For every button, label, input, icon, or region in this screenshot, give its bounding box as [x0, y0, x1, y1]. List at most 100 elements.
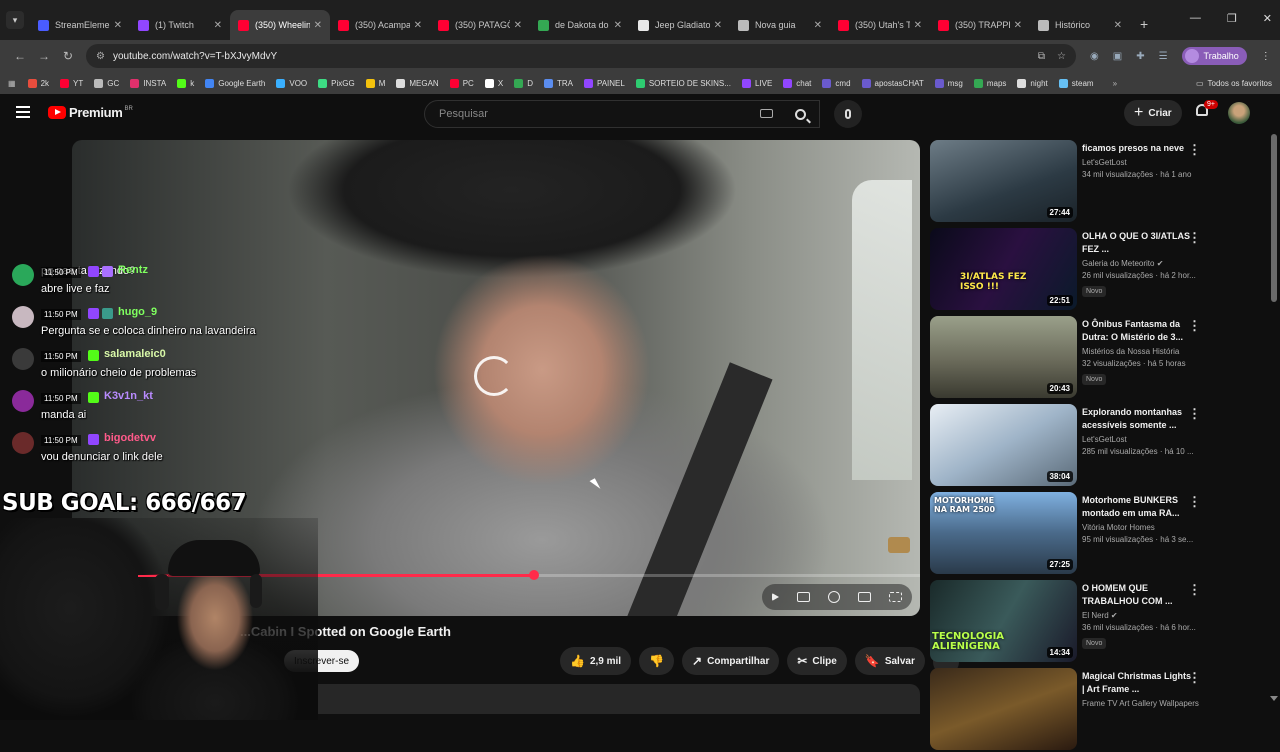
more-bookmarks-icon[interactable]: »: [1113, 79, 1117, 88]
bookmark-item[interactable]: GC: [94, 78, 119, 88]
tab-close-icon[interactable]: ✕: [514, 20, 522, 31]
autoplay-icon[interactable]: [772, 593, 779, 601]
tab-close-icon[interactable]: ✕: [314, 20, 322, 31]
like-button[interactable]: 👍 2,9 mil: [560, 647, 632, 675]
tab-close-icon[interactable]: ✕: [714, 20, 722, 31]
more-vertical-icon[interactable]: ⋮: [1188, 142, 1201, 158]
browser-tab[interactable]: (350) Wheeling ✕: [230, 10, 330, 40]
tab-search-button[interactable]: ▾: [6, 11, 24, 29]
bookmark-item[interactable]: MEGAN: [396, 78, 439, 88]
fullscreen-icon[interactable]: [889, 592, 902, 602]
browser-tab[interactable]: de Dakota do ✕: [530, 10, 630, 40]
bookmark-item[interactable]: Google Earth: [205, 78, 265, 88]
bookmark-item[interactable]: LIVE: [741, 78, 772, 88]
miniplayer-icon[interactable]: [858, 592, 871, 602]
back-icon[interactable]: ←: [8, 49, 32, 63]
recommended-video[interactable]: MOTORHOME NA RAM 2500 27:25 Motorhome BUNK…: [930, 492, 1266, 576]
bookmark-item[interactable]: maps: [973, 78, 1006, 88]
save-button[interactable]: 🔖 Salvar: [854, 647, 925, 675]
video-thumbnail[interactable]: 20:43: [930, 316, 1077, 398]
subtitles-icon[interactable]: [797, 592, 810, 602]
recommended-video[interactable]: 38:04 Explorando montanhas acessíveis som…: [930, 404, 1266, 488]
bookmark-item[interactable]: X: [484, 78, 503, 88]
channel-name[interactable]: Mistérios da Nossa História: [1082, 347, 1192, 356]
voice-search-button[interactable]: [834, 100, 862, 128]
channel-name[interactable]: Frame TV Art Gallery Wallpapers: [1082, 699, 1199, 708]
new-tab-button[interactable]: +: [1140, 16, 1148, 32]
create-button[interactable]: + Criar: [1124, 100, 1182, 126]
more-vertical-icon[interactable]: ⋮: [1188, 406, 1201, 422]
bookmark-item[interactable]: YT: [60, 78, 83, 88]
browser-tab[interactable]: (1) Twitch ✕: [130, 10, 230, 40]
search-box[interactable]: Pesquisar: [424, 100, 820, 128]
recommended-video[interactable]: 3I/ATLAS FEZ ISSO !!! 22:51 OLHA O QUE O 3…: [930, 228, 1266, 312]
browser-tab[interactable]: Jeep Gladiator ✕: [630, 10, 730, 40]
video-thumbnail[interactable]: TECNOLOGIA ALIENÍGENA 14:34: [930, 580, 1077, 662]
bookmark-item[interactable]: PC: [449, 78, 474, 88]
more-vertical-icon[interactable]: ⋮: [1188, 582, 1201, 598]
youtube-logo[interactable]: Premium BR: [48, 105, 133, 120]
video-thumbnail[interactable]: [930, 668, 1077, 750]
forward-icon[interactable]: →: [32, 49, 56, 63]
video-thumbnail[interactable]: 27:44: [930, 140, 1077, 222]
bookmark-item[interactable]: TRA: [543, 78, 573, 88]
browser-tab[interactable]: (350) Utah's TO ✕: [830, 10, 930, 40]
bookmark-item[interactable]: INSTA: [130, 78, 166, 88]
bookmark-item[interactable]: SORTEIO DE SKINS...: [635, 78, 731, 88]
settings-gear-icon[interactable]: [828, 591, 840, 603]
puzzle-icon[interactable]: ✚: [1136, 51, 1144, 62]
recommended-video[interactable]: TECNOLOGIA ALIENÍGENA 14:34 O HOMEM QUE TR…: [930, 580, 1266, 664]
channel-watermark[interactable]: [888, 537, 910, 553]
bookmark-item[interactable]: PixGG: [318, 78, 355, 88]
share-button[interactable]: ↗ Compartilhar: [682, 647, 780, 675]
tab-list-icon[interactable]: ☰: [1159, 51, 1168, 62]
bookmark-item[interactable]: D: [514, 78, 533, 88]
bookmark-item[interactable]: apostasCHAT: [861, 78, 924, 88]
tab-close-icon[interactable]: ✕: [1014, 20, 1022, 31]
channel-name[interactable]: El Nerd ✔: [1082, 611, 1192, 620]
video-thumbnail[interactable]: 38:04: [930, 404, 1077, 486]
bookmark-item[interactable]: msg: [934, 78, 963, 88]
browser-tab[interactable]: (350) TRAPPED ✕: [930, 10, 1030, 40]
minimize-icon[interactable]: —: [1190, 12, 1201, 25]
menu-icon[interactable]: [16, 106, 30, 121]
dislike-button[interactable]: 👎: [639, 647, 675, 675]
recommended-video[interactable]: Magical Christmas Lights | Art Frame ...…: [930, 668, 1266, 752]
scrubber-handle[interactable]: [528, 570, 539, 580]
tab-close-icon[interactable]: ✕: [814, 20, 822, 31]
apps-icon[interactable]: ▦: [8, 79, 16, 88]
channel-name[interactable]: Let'sGetLost: [1082, 158, 1192, 167]
keyboard-icon[interactable]: [760, 109, 773, 118]
install-app-icon[interactable]: ⧉: [1038, 51, 1045, 62]
reload-icon[interactable]: ↻: [56, 49, 80, 63]
description-box[interactable]: [240, 684, 920, 714]
clip-button[interactable]: ✂ Clipe: [787, 647, 847, 675]
scrollbar-thumb[interactable]: [1271, 134, 1277, 302]
browser-tab[interactable]: StreamElements ✕: [30, 10, 130, 40]
more-vertical-icon[interactable]: ⋮: [1188, 494, 1201, 510]
extension-icon[interactable]: ▣: [1113, 51, 1122, 62]
recommended-video[interactable]: 27:44 ficamos presos na neve Let'sGetLost 3…: [930, 140, 1266, 224]
channel-name[interactable]: Vitória Motor Homes: [1082, 523, 1192, 532]
bookmark-item[interactable]: PAINEL: [583, 78, 625, 88]
profile-button[interactable]: Trabalho: [1181, 47, 1247, 65]
tab-close-icon[interactable]: ✕: [614, 20, 622, 31]
account-avatar[interactable]: [1228, 102, 1250, 124]
bookmark-item[interactable]: 2k: [27, 78, 49, 88]
browser-tab[interactable]: Histórico ✕: [1030, 10, 1130, 40]
tab-close-icon[interactable]: ✕: [914, 20, 922, 31]
tab-close-icon[interactable]: ✕: [214, 20, 222, 31]
channel-name[interactable]: Let'sGetLost: [1082, 435, 1192, 444]
browser-tab[interactable]: Nova guia ✕: [730, 10, 830, 40]
video-thumbnail[interactable]: 3I/ATLAS FEZ ISSO !!! 22:51: [930, 228, 1077, 310]
tab-close-icon[interactable]: ✕: [114, 20, 122, 31]
bookmark-item[interactable]: night: [1017, 78, 1048, 88]
channel-name[interactable]: Galeria do Meteorito ✔: [1082, 259, 1192, 268]
browser-menu-icon[interactable]: ⋮: [1261, 51, 1271, 62]
extension-icon[interactable]: ◉: [1090, 51, 1099, 62]
restore-icon[interactable]: ❐: [1227, 12, 1237, 25]
notifications-button[interactable]: 9+: [1194, 100, 1218, 120]
more-vertical-icon[interactable]: ⋮: [1188, 670, 1201, 686]
address-bar[interactable]: ⚙ youtube.com/watch?v=T-bXJvyMdvY ⧉ ☆: [86, 44, 1076, 68]
bookmark-item[interactable]: steam: [1058, 78, 1094, 88]
